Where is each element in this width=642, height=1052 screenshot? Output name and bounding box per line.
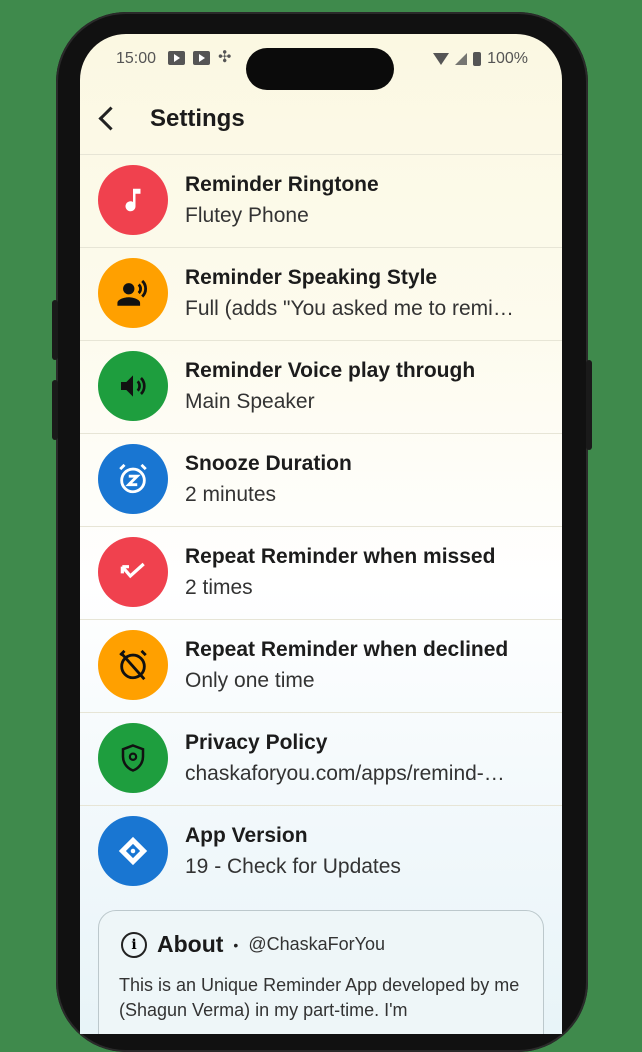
missed-call-icon — [98, 537, 168, 607]
about-text: This is an Unique Reminder App developed… — [119, 975, 520, 1020]
setting-value: Main Speaker — [185, 390, 315, 413]
setting-reminder-ringtone[interactable]: Reminder Ringtone Flutey Phone — [80, 154, 562, 247]
setting-repeat-when-missed[interactable]: Repeat Reminder when missed 2 times — [80, 526, 562, 619]
setting-title: Snooze Duration — [185, 452, 352, 475]
privacy-shield-icon — [98, 723, 168, 793]
setting-title: Privacy Policy — [185, 731, 328, 754]
setting-reminder-speaking-style[interactable]: Reminder Speaking Style Full (adds "You … — [80, 247, 562, 340]
about-title: About — [157, 931, 224, 957]
speaker-icon — [98, 351, 168, 421]
setting-value: 2 minutes — [185, 483, 277, 506]
setting-voice-play-through[interactable]: Reminder Voice play through Main Speaker — [80, 340, 562, 433]
setting-title: Reminder Ringtone — [185, 173, 379, 196]
status-time: 15:00 — [116, 50, 157, 67]
battery-icon — [473, 52, 482, 66]
setting-title: Repeat Reminder when declined — [185, 638, 509, 661]
setting-value: 2 times — [185, 576, 253, 599]
setting-title: Repeat Reminder when missed — [185, 545, 496, 568]
about-card: i About • @ChaskaForYou This is an Uniqu… — [98, 910, 544, 1034]
app-diamond-icon — [98, 816, 168, 886]
about-separator: • — [233, 936, 239, 953]
setting-value: chaskaforyou.com/apps/remind-… — [185, 762, 505, 785]
youtube-notification-icon — [168, 51, 185, 65]
page-title: Settings — [150, 105, 245, 132]
setting-app-version[interactable]: App Version 19 - Check for Updates — [80, 805, 562, 898]
back-arrow-icon[interactable] — [98, 106, 123, 131]
fan-notification-icon: ✣ — [218, 49, 232, 66]
setting-title: App Version — [185, 824, 308, 847]
youtube-notification-icon — [193, 51, 210, 65]
app-screen: 15:00 ✣ 100% Settings Reminder Ringtone … — [80, 34, 562, 1034]
music-note-icon — [98, 165, 168, 235]
wifi-icon — [433, 53, 450, 65]
setting-value: Only one time — [185, 669, 315, 692]
info-icon: i — [121, 931, 147, 958]
camera-cutout — [246, 48, 394, 90]
setting-value: Full (adds "You asked me to remi… — [185, 297, 514, 320]
about-handle[interactable]: @ChaskaForYou — [248, 934, 385, 955]
settings-list: Reminder Ringtone Flutey Phone Reminder … — [80, 154, 562, 898]
speaking-person-icon — [98, 258, 168, 328]
setting-value: Flutey Phone — [185, 204, 309, 227]
setting-repeat-when-declined[interactable]: Repeat Reminder when declined Only one t… — [80, 619, 562, 712]
setting-value: 19 - Check for Updates — [185, 855, 401, 878]
snooze-alarm-icon — [98, 444, 168, 514]
phone-side-button — [586, 360, 592, 450]
phone-side-button — [52, 380, 58, 440]
signal-icon — [455, 53, 468, 65]
phone-side-button — [52, 300, 58, 360]
setting-snooze-duration[interactable]: Snooze Duration 2 minutes — [80, 433, 562, 526]
battery-percent: 100% — [487, 50, 528, 67]
app-header: Settings — [80, 90, 562, 152]
setting-title: Reminder Speaking Style — [185, 266, 438, 289]
setting-title: Reminder Voice play through — [185, 359, 476, 382]
alarm-off-icon — [98, 630, 168, 700]
setting-privacy-policy[interactable]: Privacy Policy chaskaforyou.com/apps/rem… — [80, 712, 562, 805]
